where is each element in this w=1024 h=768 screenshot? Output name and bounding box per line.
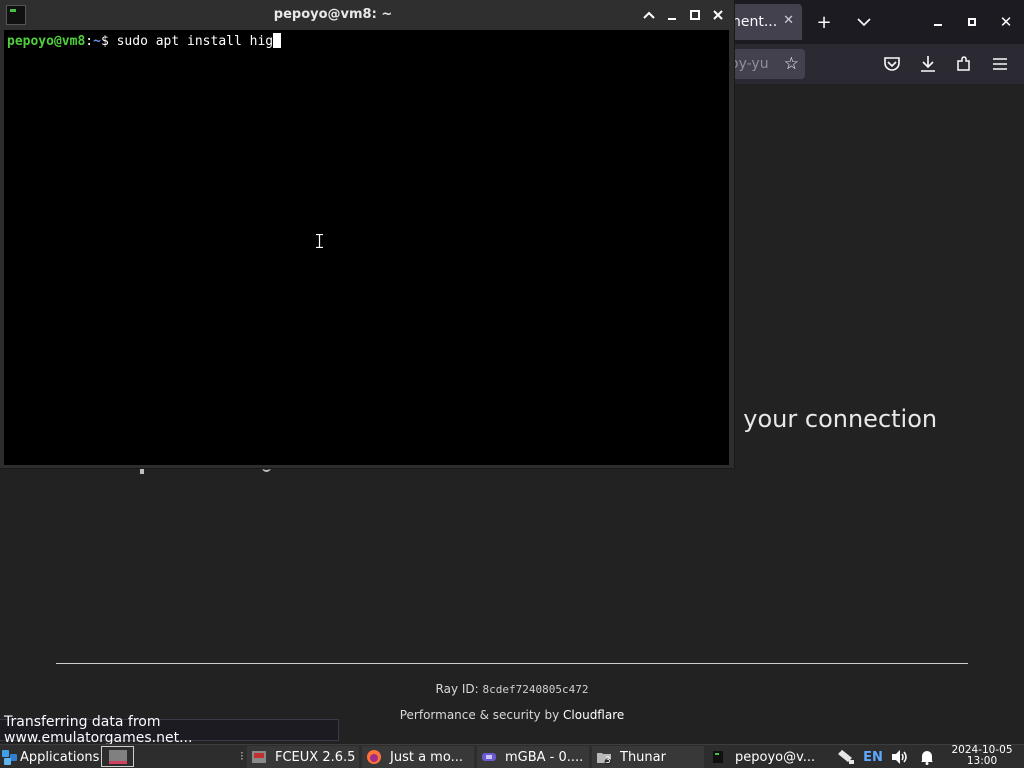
extensions-icon[interactable] <box>952 52 976 76</box>
clock-time: 13:00 <box>966 755 998 767</box>
command-line[interactable]: pepoyo@vm8:~$ sudo apt install hig <box>7 33 282 50</box>
minimize-icon[interactable] <box>662 5 682 25</box>
connection-text: your connection <box>743 405 938 433</box>
maximize-icon[interactable] <box>958 8 986 36</box>
folder-icon: 3 <box>596 749 612 766</box>
prompt-path: ~ <box>93 34 101 49</box>
download-icon[interactable] <box>916 52 940 76</box>
task-label: Thunar <box>620 749 666 765</box>
ray-label: Ray ID: <box>435 682 479 696</box>
perf-prefix: Performance & security by <box>399 708 560 722</box>
window-title: pepoyo@vm8: ~ <box>273 7 393 22</box>
prompt-user: pepoyo@vm8 <box>7 34 86 49</box>
footer-divider <box>56 663 968 664</box>
window-count-badge: 3 <box>605 756 611 766</box>
firefox-icon <box>366 749 382 765</box>
tab-title: nent... <box>732 14 778 30</box>
show-desktop-button[interactable] <box>101 746 134 767</box>
connection-heading: ʻ your connection <box>728 405 937 433</box>
chevron-down-icon[interactable] <box>850 8 878 36</box>
cloudflare-link[interactable]: Cloudflare <box>563 708 624 722</box>
applications-menu-button[interactable]: Applications <box>2 746 99 768</box>
task-terminal[interactable]: pepoyo@v... <box>707 746 819 768</box>
separator-handle: ⁝ <box>240 749 244 763</box>
ibeam-cursor-icon <box>316 234 323 248</box>
ray-id-line: Ray ID: 8cdef7240805c472 <box>0 682 1024 696</box>
terminal-icon <box>711 749 727 765</box>
url-text: oy-yu <box>730 56 769 72</box>
browser-status-bar: Transferring data from www.emulatorgames… <box>0 714 339 746</box>
tab-active[interactable]: nent... ✕ <box>722 4 802 40</box>
shade-icon[interactable] <box>639 5 659 25</box>
plus-icon[interactable]: + <box>810 8 838 36</box>
maximize-icon[interactable] <box>685 5 705 25</box>
pocket-icon[interactable] <box>880 52 904 76</box>
prompt-sep: : <box>85 34 94 49</box>
command-text: sudo apt install hig <box>116 34 274 49</box>
fceux-icon <box>251 749 267 765</box>
ray-id: 8cdef7240805c472 <box>482 683 589 696</box>
task-mgba[interactable]: mGBA - 0.... <box>477 746 589 768</box>
menu-icon[interactable] <box>988 52 1012 76</box>
text-cursor <box>273 33 282 48</box>
task-label: mGBA - 0.... <box>505 749 584 765</box>
task-fceux[interactable]: FCEUX 2.6.5 <box>247 746 359 768</box>
bookmark-star-icon[interactable]: ☆ <box>784 54 799 74</box>
task-label: Just a mo... <box>390 749 463 765</box>
applications-label: Applications <box>20 749 100 765</box>
applications-icon <box>2 750 17 765</box>
task-label: FCEUX 2.6.5 <box>275 749 356 765</box>
minimize-icon[interactable] <box>924 8 952 36</box>
taskbar: Applications ⁝ FCEUX 2.6.5 Just a mo... … <box>0 744 1024 768</box>
task-firefox[interactable]: Just a mo... <box>362 746 474 768</box>
prompt-dollar: $ <box>100 34 117 49</box>
close-icon[interactable]: ✕ <box>783 13 794 28</box>
terminal-window[interactable]: pepoyo@vm8: ~ pepoyo@vm8:~$ sudo apt ins… <box>0 0 734 468</box>
close-window-icon[interactable]: ✕ <box>992 8 1020 36</box>
task-thunar[interactable]: 3 Thunar <box>592 746 704 768</box>
notification-bell-icon[interactable] <box>918 748 936 766</box>
volume-icon[interactable] <box>890 748 910 766</box>
task-label: pepoyo@v... <box>735 749 816 765</box>
keyboard-layout-indicator[interactable]: EN <box>862 748 884 766</box>
clock[interactable]: 2024-10-05 13:00 <box>946 745 1018 767</box>
status-text: Transferring data from www.emulatorgames… <box>4 714 193 746</box>
mgba-icon <box>481 749 497 765</box>
terminal-screen[interactable]: pepoyo@vm8:~$ sudo apt install hig <box>4 30 729 465</box>
network-icon[interactable] <box>836 748 856 766</box>
close-icon[interactable] <box>708 5 728 25</box>
terminal-titlebar[interactable]: pepoyo@vm8: ~ <box>0 0 734 30</box>
